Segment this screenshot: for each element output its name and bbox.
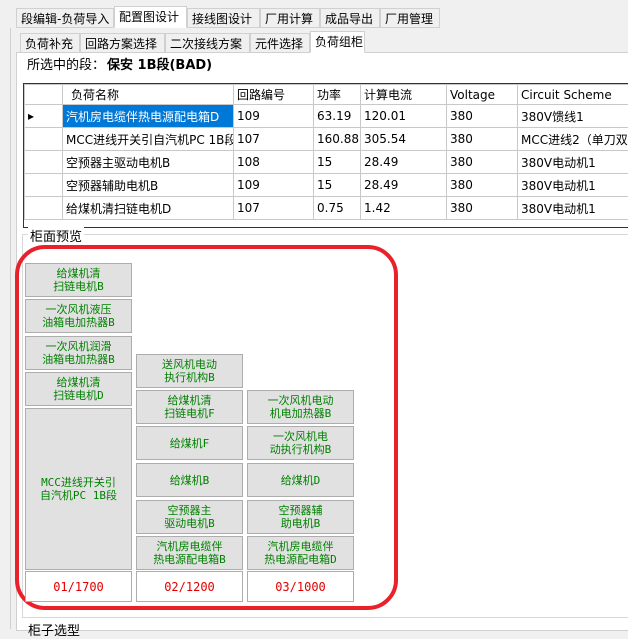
- cabinet-unit[interactable]: 一次风机液压 油箱电加热器B: [25, 299, 132, 333]
- table-cell[interactable]: 28.49: [361, 151, 447, 174]
- cabinet-footer[interactable]: 02/1200: [136, 571, 243, 602]
- table-row[interactable]: 给煤机清扫链电机D1070.751.42380380V电动机1: [25, 197, 628, 220]
- segment-value: 保安 1B段(BAD): [107, 54, 212, 73]
- cabinet-unit[interactable]: 给煤机D: [247, 463, 354, 497]
- table-cell[interactable]: MCC进线开关引自汽机PC 1B段: [63, 128, 234, 151]
- table-cell[interactable]: 305.54: [361, 128, 447, 151]
- sub-tab-0[interactable]: 负荷补充: [20, 33, 80, 53]
- main-tab-3[interactable]: 厂用计算: [260, 8, 320, 28]
- cabinet-unit[interactable]: 送风机电动 执行机构B: [136, 354, 243, 388]
- table-cell[interactable]: 15: [314, 174, 361, 197]
- table-cell[interactable]: 汽机房电缆伴热电源配电箱D: [63, 105, 234, 128]
- table-cell[interactable]: 109: [234, 105, 314, 128]
- sub-tab-4[interactable]: 负荷组柜: [310, 31, 365, 53]
- cabinet-unit[interactable]: 给煤机B: [136, 463, 243, 497]
- column-header[interactable]: 负荷名称: [63, 85, 234, 105]
- row-header[interactable]: [25, 197, 63, 220]
- table-cell[interactable]: 107: [234, 128, 314, 151]
- table-cell[interactable]: 160.88: [314, 128, 361, 151]
- table-row[interactable]: 空预器主驱动电机B1081528.49380380V电动机1: [25, 151, 628, 174]
- table-cell[interactable]: 380: [447, 197, 518, 220]
- cabinet-unit[interactable]: MCC进线开关引 自汽机PC 1B段: [25, 408, 132, 570]
- row-header[interactable]: [25, 174, 63, 197]
- table-row[interactable]: ▸汽机房电缆伴热电源配电箱D10963.19120.01380380V馈线1: [25, 105, 628, 128]
- table-cell[interactable]: 380V电动机1: [518, 197, 628, 220]
- table-cell[interactable]: 给煤机清扫链电机D: [63, 197, 234, 220]
- cabinet-unit[interactable]: 给煤机清 扫链电机F: [136, 390, 243, 424]
- table-cell[interactable]: 380: [447, 151, 518, 174]
- main-tab-2[interactable]: 接线图设计: [187, 8, 260, 28]
- table-cell[interactable]: 空预器辅助电机B: [63, 174, 234, 197]
- cabinet-unit[interactable]: 一次风机电 动执行机构B: [247, 426, 354, 460]
- table-cell[interactable]: 107: [234, 197, 314, 220]
- table-cell[interactable]: 63.19: [314, 105, 361, 128]
- table-cell[interactable]: 120.01: [361, 105, 447, 128]
- table-cell[interactable]: 15: [314, 151, 361, 174]
- table-cell[interactable]: 108: [234, 151, 314, 174]
- table-cell[interactable]: 1.42: [361, 197, 447, 220]
- cabinet-selection-label: 柜子选型: [28, 620, 80, 639]
- row-header-corner: [25, 85, 63, 105]
- table-cell[interactable]: 380: [447, 128, 518, 151]
- cabinet-unit[interactable]: 给煤机清 扫链电机B: [25, 263, 132, 297]
- cabinet-unit[interactable]: 空预器主 驱动电机B: [136, 500, 243, 534]
- main-tab-0[interactable]: 段编辑-负荷导入: [16, 8, 114, 28]
- row-header[interactable]: ▸: [25, 105, 63, 128]
- table-cell[interactable]: 109: [234, 174, 314, 197]
- sub-tab-3[interactable]: 元件选择: [250, 33, 310, 53]
- table-cell[interactable]: MCC进线2（单刀双投: [518, 128, 628, 151]
- table-cell[interactable]: 空预器主驱动电机B: [63, 151, 234, 174]
- row-header[interactable]: [25, 151, 63, 174]
- table-cell[interactable]: 380V电动机1: [518, 174, 628, 197]
- column-header[interactable]: 回路编号: [234, 85, 314, 105]
- load-grid[interactable]: 负荷名称回路编号功率计算电流VoltageCircuit Scheme ▸汽机房…: [23, 83, 628, 228]
- table-cell[interactable]: 380V电动机1: [518, 151, 628, 174]
- column-header[interactable]: Voltage: [447, 85, 518, 105]
- table-cell[interactable]: 380: [447, 174, 518, 197]
- segment-label: 所选中的段：: [27, 54, 105, 73]
- table-cell[interactable]: 380V馈线1: [518, 105, 628, 128]
- cabinet-footer[interactable]: 01/1700: [25, 571, 132, 602]
- cabinet-unit[interactable]: 汽机房电缆伴 热电源配电箱B: [136, 536, 243, 570]
- column-header[interactable]: 计算电流: [361, 85, 447, 105]
- cabinet-unit[interactable]: 给煤机F: [136, 426, 243, 460]
- sub-tab-1[interactable]: 回路方案选择: [80, 33, 165, 53]
- main-tab-4[interactable]: 成品导出: [320, 8, 380, 28]
- cabinet-unit[interactable]: 空预器辅 助电机B: [247, 500, 354, 534]
- cabinet-footer[interactable]: 03/1000: [247, 571, 354, 602]
- cabinet-unit[interactable]: 汽机房电缆伴 热电源配电箱D: [247, 536, 354, 570]
- row-header[interactable]: [25, 128, 63, 151]
- preview-title: 柜面预览: [28, 226, 84, 245]
- cabinet-unit[interactable]: 给煤机清 扫链电机D: [25, 372, 132, 406]
- table-cell[interactable]: 28.49: [361, 174, 447, 197]
- main-tab-5[interactable]: 厂用管理: [380, 8, 440, 28]
- cabinet-unit[interactable]: 一次风机电动 机电加热器B: [247, 390, 354, 424]
- table-row[interactable]: 空预器辅助电机B1091528.49380380V电动机1: [25, 174, 628, 197]
- table-cell[interactable]: 380: [447, 105, 518, 128]
- main-tab-1[interactable]: 配置图设计: [114, 6, 187, 28]
- column-header[interactable]: Circuit Scheme: [518, 85, 628, 105]
- cabinet-unit[interactable]: 一次风机润滑 油箱电加热器B: [25, 336, 132, 370]
- sub-tab-2[interactable]: 二次接线方案: [165, 33, 250, 53]
- column-header[interactable]: 功率: [314, 85, 361, 105]
- table-row[interactable]: MCC进线开关引自汽机PC 1B段107160.88305.54380MCC进线…: [25, 128, 628, 151]
- table-cell[interactable]: 0.75: [314, 197, 361, 220]
